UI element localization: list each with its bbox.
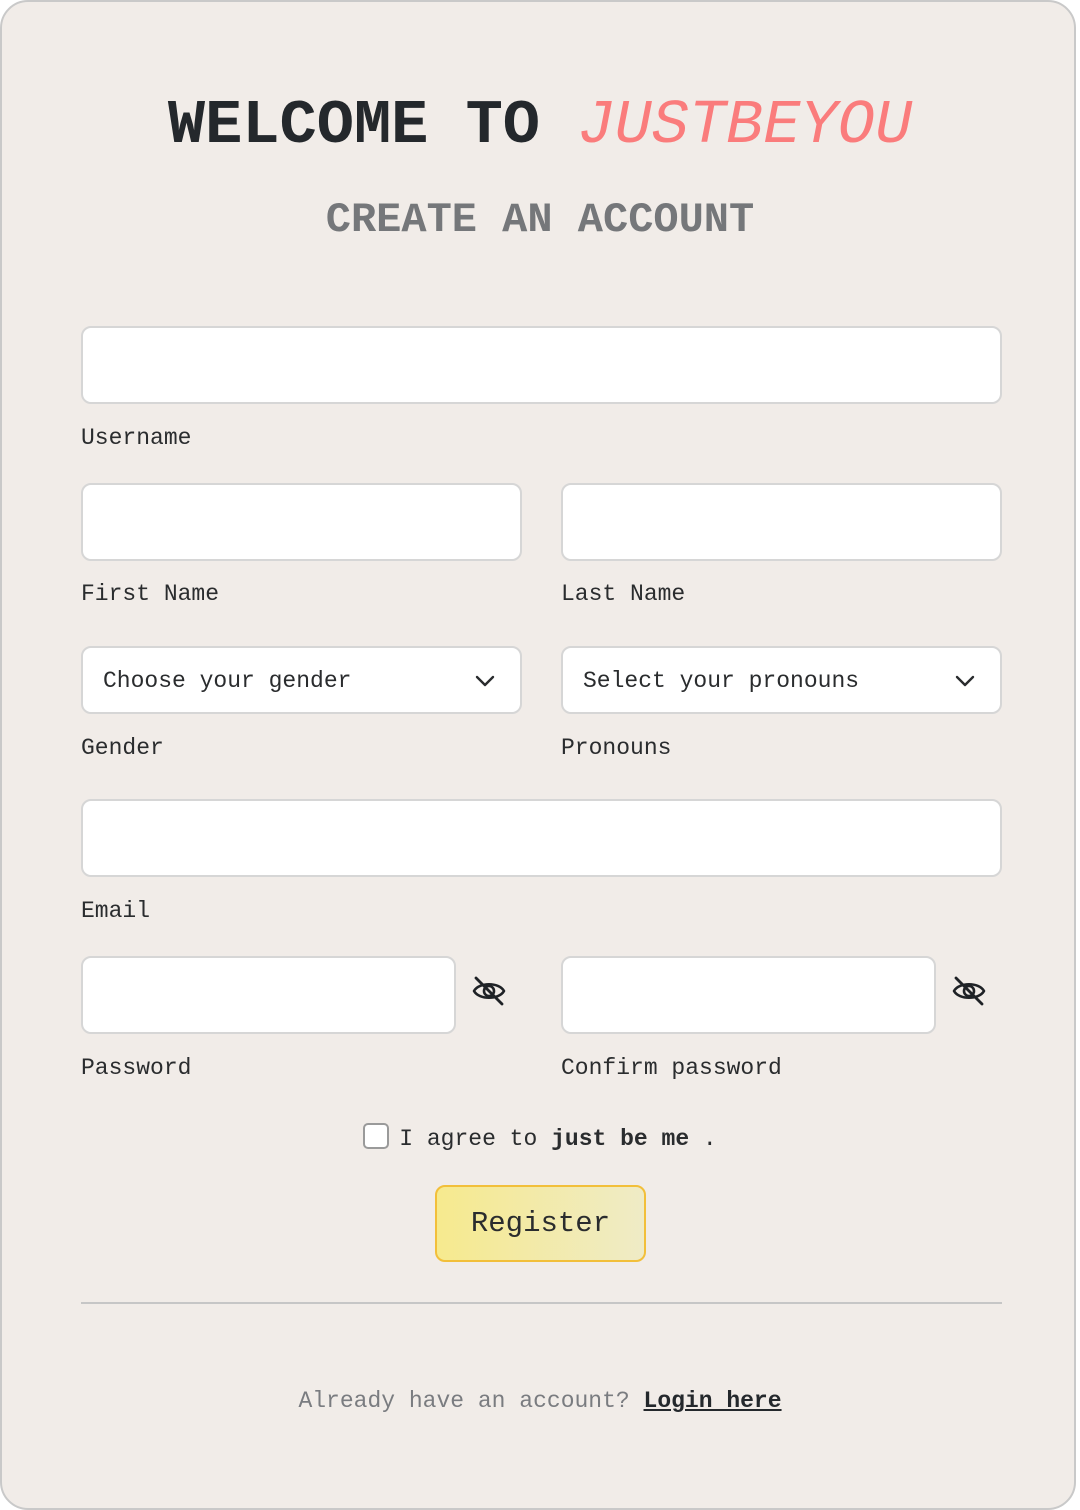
register-button[interactable]: Register bbox=[435, 1185, 646, 1262]
pronouns-select-value: Select your pronouns bbox=[583, 668, 860, 694]
register-card: WELCOME TO JUSTBEYOU CREATE AN ACCOUNT U… bbox=[0, 0, 1076, 1510]
gender-select-value: Choose your gender bbox=[103, 668, 352, 694]
username-label: Username bbox=[81, 425, 192, 451]
first-name-input[interactable] bbox=[81, 483, 522, 561]
password-input[interactable] bbox=[81, 956, 456, 1034]
email-label: Email bbox=[81, 898, 151, 924]
password-label: Password bbox=[81, 1055, 192, 1081]
chevron-down-icon bbox=[955, 675, 975, 687]
username-input[interactable] bbox=[81, 326, 1002, 404]
pronouns-label: Pronouns bbox=[561, 735, 672, 761]
confirm-password-label: Confirm password bbox=[561, 1055, 782, 1081]
email-input[interactable] bbox=[81, 799, 1002, 877]
pronouns-select[interactable]: Select your pronouns bbox=[561, 646, 1002, 714]
agree-checkbox[interactable] bbox=[363, 1122, 390, 1149]
gender-label: Gender bbox=[81, 735, 164, 761]
title-prefix: WELCOME TO bbox=[167, 90, 578, 161]
last-name-input[interactable] bbox=[561, 483, 1002, 561]
login-link[interactable]: Login here bbox=[644, 1388, 782, 1414]
chevron-down-icon bbox=[475, 675, 495, 687]
agree-text-emphasis: just be me bbox=[551, 1126, 690, 1152]
page-subtitle: CREATE AN ACCOUNT bbox=[325, 196, 755, 244]
login-prompt: Already have an account? Login here bbox=[2, 1386, 1078, 1416]
confirm-password-input[interactable] bbox=[561, 956, 936, 1034]
divider bbox=[81, 1302, 1002, 1304]
login-prompt-text: Already have an account? bbox=[298, 1388, 644, 1414]
first-name-label: First Name bbox=[81, 581, 220, 607]
page-title: WELCOME TO JUSTBEYOU bbox=[2, 90, 1078, 162]
agree-text-suffix: . bbox=[689, 1126, 717, 1152]
agree-row: I agree to just be me . bbox=[2, 1122, 1078, 1154]
brand-name: JUSTBEYOU bbox=[577, 90, 913, 161]
eye-slash-icon[interactable] bbox=[951, 973, 987, 1009]
agree-text-prefix: I agree to bbox=[399, 1126, 552, 1152]
gender-select[interactable]: Choose your gender bbox=[81, 646, 522, 714]
eye-slash-icon[interactable] bbox=[471, 973, 507, 1009]
last-name-label: Last Name bbox=[561, 581, 686, 607]
